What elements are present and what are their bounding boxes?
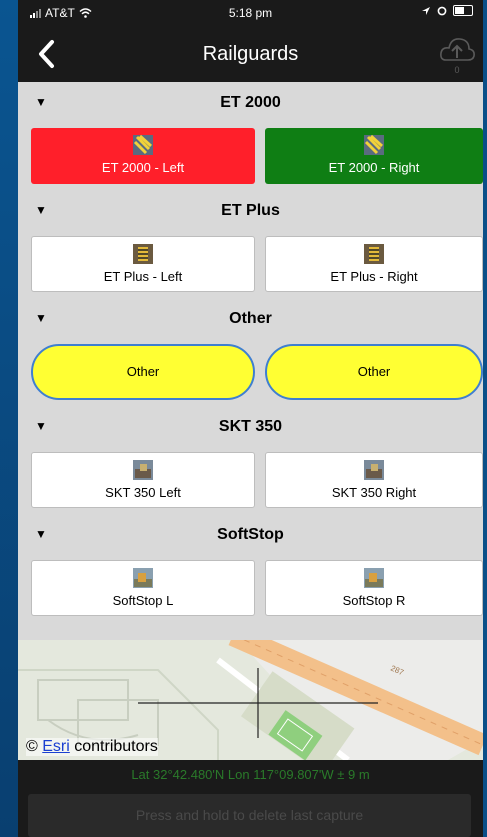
button-row: SoftStop L SoftStop R — [18, 554, 483, 622]
button-row: SKT 350 Left SKT 350 Right — [18, 446, 483, 514]
section-header[interactable]: ▼ ET Plus — [18, 190, 483, 230]
section-title: SoftStop — [217, 526, 284, 543]
railguard-thumbnail-icon — [364, 568, 384, 588]
button-row: Other Other — [18, 338, 483, 406]
button-label: ET 2000 - Left — [101, 160, 185, 175]
section-title: SKT 350 — [218, 418, 283, 435]
location-icon — [422, 6, 430, 15]
button-label: ET Plus - Left — [103, 269, 183, 284]
railguard-thumbnail-icon — [364, 134, 384, 155]
button-label: ET Plus - Right — [330, 269, 418, 284]
button-label: ET 2000 - Right — [328, 160, 420, 175]
section-et-2000: ▼ ET 2000 ET 2000 - Left ET 2000 - Right — [18, 82, 483, 190]
status-bar: AT&T 5:18 pm — [18, 0, 483, 26]
railguard-thumbnail-icon — [133, 244, 153, 264]
button-label: SoftStop R — [342, 593, 406, 608]
crosshair-icon — [138, 668, 378, 738]
delete-last-capture-button[interactable]: Press and hold to delete last capture — [28, 794, 471, 837]
button-label: SoftStop L — [112, 593, 174, 608]
other-left-button[interactable]: Other — [31, 344, 255, 400]
location-map[interactable]: 287 © Esri contributors — [18, 640, 483, 760]
et-2000-left-button[interactable]: ET 2000 - Left — [31, 128, 255, 184]
page-title: Railguards — [202, 43, 299, 65]
railguard-thumbnail-icon — [133, 568, 153, 588]
railguard-thumbnail-icon — [364, 244, 384, 264]
softstop-right-button[interactable]: SoftStop R — [265, 560, 483, 616]
railguard-thumbnail-icon — [364, 460, 384, 480]
section-et-plus: ▼ ET Plus ET Plus - Left ET Plus - Right — [18, 190, 483, 298]
device-frame-left — [0, 0, 18, 837]
app-screen: AT&T 5:18 pm Railguards 0 ▼ ET 2000 ET 2… — [18, 0, 483, 837]
button-row: ET 2000 - Left ET 2000 - Right — [18, 122, 483, 190]
button-row: ET Plus - Left ET Plus - Right — [18, 230, 483, 298]
section-title: ET 2000 — [220, 94, 281, 111]
device-frame-right — [483, 0, 487, 837]
button-label: Other — [126, 364, 160, 379]
cloud-upload-icon[interactable]: 0 — [437, 32, 477, 76]
section-softstop: ▼ SoftStop SoftStop L SoftStop R — [18, 514, 483, 622]
skt-350-left-button[interactable]: SKT 350 Left — [31, 452, 255, 508]
skt-350-right-button[interactable]: SKT 350 Right — [265, 452, 483, 508]
status-right-icons — [421, 5, 473, 16]
section-title: Other — [229, 310, 272, 327]
map-attribution: © Esri contributors — [26, 738, 158, 756]
section-header[interactable]: ▼ Other — [18, 298, 483, 338]
et-plus-right-button[interactable]: ET Plus - Right — [265, 236, 483, 292]
railguard-thumbnail-icon — [133, 134, 153, 155]
nav-bar: Railguards 0 — [18, 26, 483, 82]
upload-count: 0 — [454, 65, 459, 75]
esri-link[interactable]: Esri — [42, 738, 70, 755]
section-header[interactable]: ▼ SoftStop — [18, 514, 483, 554]
battery-icon — [453, 5, 473, 16]
section-header[interactable]: ▼ ET 2000 — [18, 82, 483, 122]
other-right-button[interactable]: Other — [265, 344, 483, 400]
coordinates-readout: Lat 32°42.480'N Lon 117°09.807'W ± 9 m — [18, 760, 483, 790]
section-skt-350: ▼ SKT 350 SKT 350 Left SKT 350 Right — [18, 406, 483, 514]
button-label: SKT 350 Right — [331, 485, 417, 500]
alarm-icon — [437, 6, 447, 15]
section-header[interactable]: ▼ SKT 350 — [18, 406, 483, 446]
railguard-list[interactable]: ▼ ET 2000 ET 2000 - Left ET 2000 - Right… — [18, 82, 483, 640]
copyright-symbol: © — [26, 738, 38, 755]
section-other: ▼ Other Other Other — [18, 298, 483, 406]
button-label: Other — [357, 364, 391, 379]
railguard-thumbnail-icon — [133, 460, 153, 480]
et-2000-right-button[interactable]: ET 2000 - Right — [265, 128, 483, 184]
attribution-text: contributors — [69, 738, 158, 755]
section-title: ET Plus — [221, 202, 280, 219]
status-time: 5:18 pm — [228, 6, 273, 20]
button-label: SKT 350 Left — [105, 485, 181, 500]
softstop-left-button[interactable]: SoftStop L — [31, 560, 255, 616]
et-plus-left-button[interactable]: ET Plus - Left — [31, 236, 255, 292]
